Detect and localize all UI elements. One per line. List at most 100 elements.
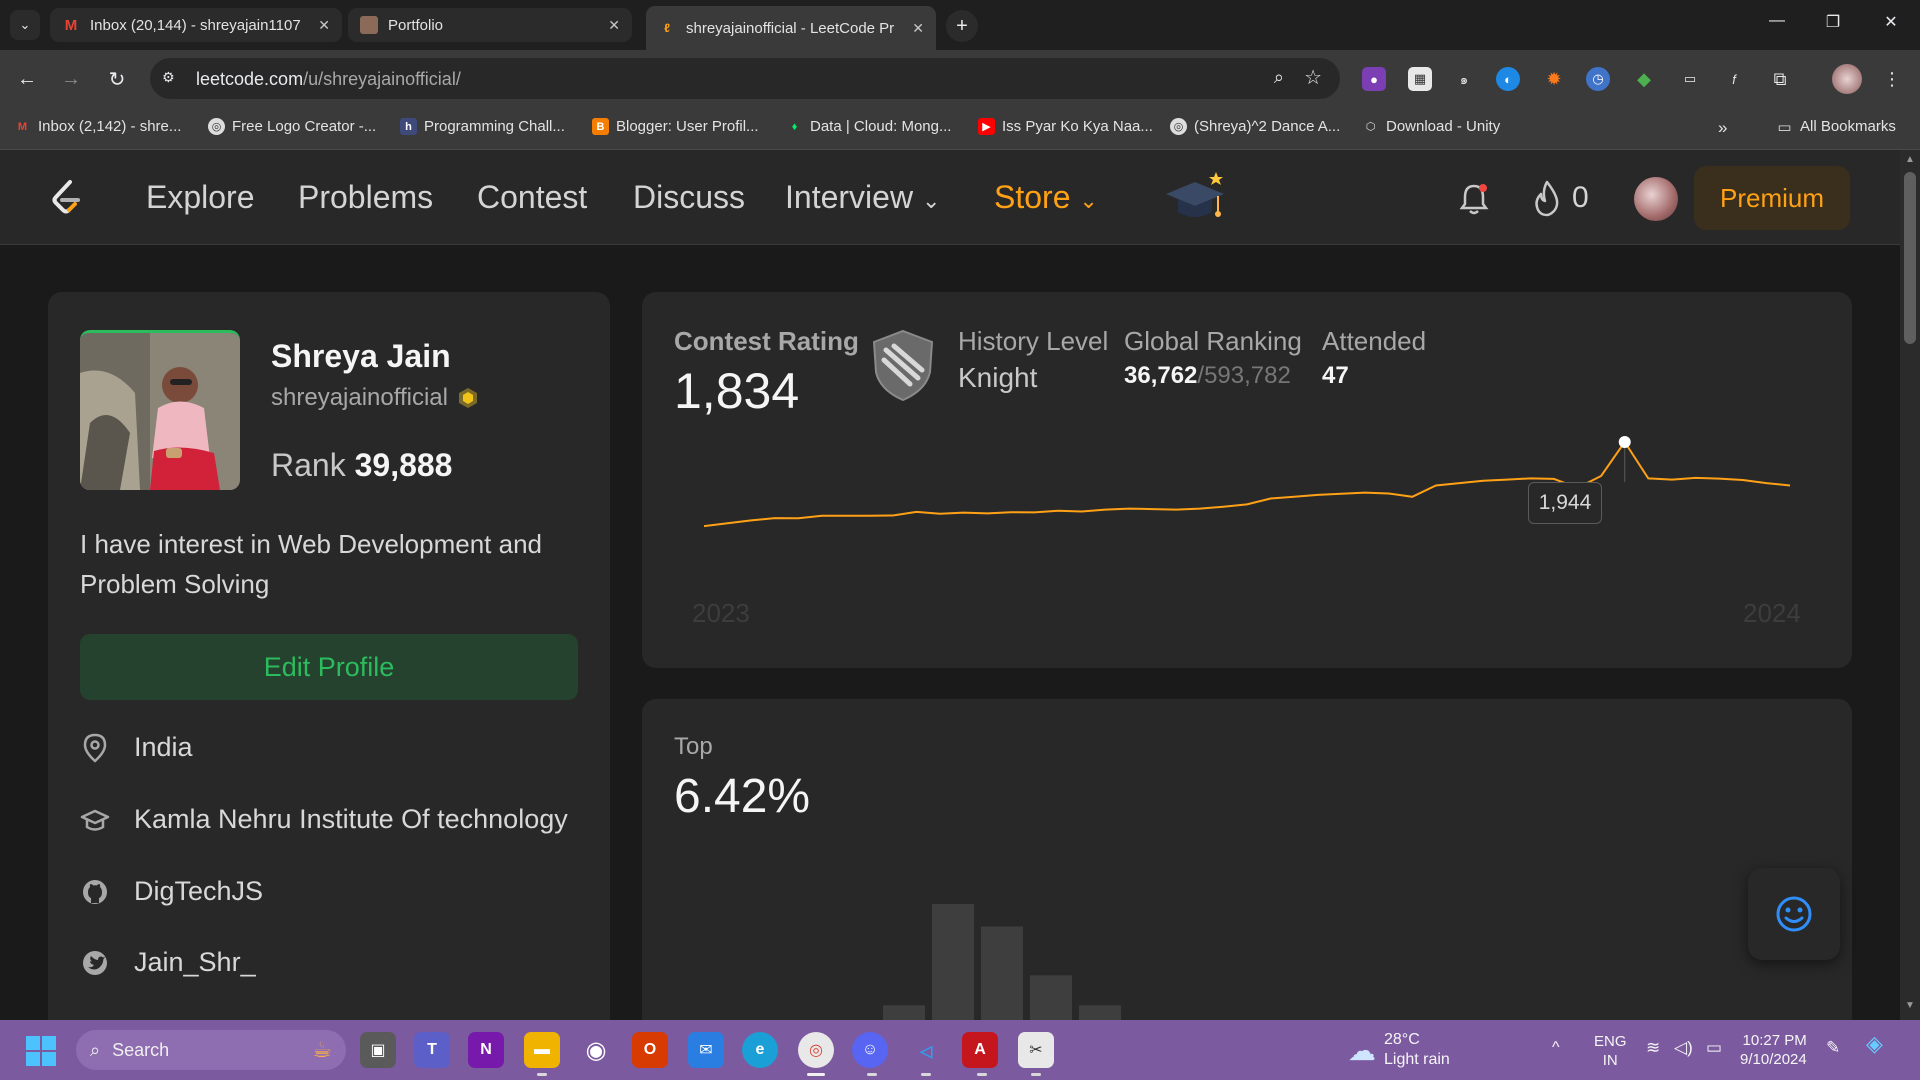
distribution-bar	[932, 904, 974, 1039]
user-avatar[interactable]	[1634, 177, 1678, 221]
file-explorer-icon[interactable]: ▬	[524, 1032, 560, 1068]
more-bookmarks-icon[interactable]: »	[1718, 118, 1727, 138]
mail-icon[interactable]: ✉	[688, 1032, 724, 1068]
office-icon[interactable]: O	[632, 1032, 668, 1068]
highlighted-point[interactable]	[1618, 436, 1631, 448]
github-desktop-icon[interactable]: ◉	[578, 1032, 614, 1068]
vscode-icon[interactable]: ◃	[908, 1032, 944, 1068]
close-tab-icon[interactable]: ✕	[318, 17, 330, 34]
notification-bell-icon[interactable]	[1456, 180, 1492, 216]
rating-history-chart[interactable]	[642, 292, 1852, 668]
running-indicator	[921, 1073, 931, 1076]
close-window-icon[interactable]: ✕	[1876, 12, 1906, 32]
profile-avatar-icon[interactable]	[1832, 64, 1862, 94]
onenote-icon[interactable]: N	[468, 1032, 504, 1068]
edit-profile-button[interactable]: Edit Profile	[80, 634, 578, 700]
bookmark-item[interactable]: ⬡ Download - Unity	[1362, 118, 1501, 135]
extension-paw-icon[interactable]: ✹	[1542, 67, 1566, 91]
bookmark-item[interactable]: ◎ Free Logo Creator -...	[208, 118, 376, 135]
extension-fingerprint-icon[interactable]: ๑	[1452, 67, 1476, 91]
nav-explore[interactable]: Explore	[146, 179, 255, 216]
snipping-tool-icon[interactable]: ✂	[1018, 1032, 1054, 1068]
site-info-icon[interactable]: ⚙	[162, 69, 182, 89]
new-tab-button[interactable]: +	[946, 10, 978, 42]
acrobat-icon[interactable]: A	[962, 1032, 998, 1068]
nav-interview[interactable]: Interview ⌄	[785, 179, 940, 216]
weather-widget[interactable]: ☁ 28°C Light rain	[1348, 1030, 1450, 1070]
extension-cast-icon[interactable]: ▭	[1678, 67, 1702, 91]
running-indicator	[807, 1073, 825, 1076]
profile-photo	[80, 330, 240, 490]
task-view-icon[interactable]: ▣	[360, 1032, 396, 1068]
browser-menu-icon[interactable]: ⋮	[1880, 67, 1904, 91]
scrollbar-thumb[interactable]	[1904, 172, 1916, 344]
premium-button[interactable]: Premium	[1694, 166, 1850, 230]
wifi-icon[interactable]: ≋	[1646, 1038, 1660, 1057]
address-bar[interactable]: ⚙ leetcode.com/u/shreyajainofficial/ ⌕ ☆	[150, 58, 1340, 99]
scroll-down-icon[interactable]: ▼	[1905, 1000, 1915, 1011]
bookmark-item[interactable]: ♦ Data | Cloud: Mong...	[786, 118, 952, 135]
bookmark-item[interactable]: ▶ Iss Pyar Ko Kya Naa...	[978, 118, 1153, 135]
graduation-cap-icon[interactable]	[1162, 168, 1228, 226]
profile-card: Shreya Jain shreyajainofficial Rank 39,8…	[48, 292, 610, 1052]
profile-twitter[interactable]: Jain_Shr_	[80, 947, 256, 978]
leetcode-logo-icon[interactable]	[44, 176, 88, 220]
extension-clock-icon[interactable]: ◷	[1586, 67, 1610, 91]
close-tab-icon[interactable]: ✕	[608, 17, 620, 34]
clock[interactable]: 10:27 PM 9/10/2024	[1740, 1031, 1807, 1069]
bookmark-item[interactable]: M Inbox (2,142) - shre...	[14, 118, 182, 135]
volume-icon[interactable]: ◁)	[1674, 1038, 1693, 1057]
windows-taskbar: ⌕ Search ☕ ▣ T N ▬ ◉ O ✉ e ◎ ☺ ◃ A ✂ ☁ 2…	[0, 1020, 1920, 1080]
reload-icon[interactable]: ↻	[102, 64, 132, 94]
rating-distribution-chart[interactable]	[642, 699, 1852, 1039]
bookmark-item[interactable]: B Blogger: User Profil...	[592, 118, 759, 135]
taskbar-search[interactable]: ⌕ Search ☕	[76, 1030, 346, 1070]
discord-icon[interactable]: ☺	[852, 1032, 888, 1068]
forward-icon[interactable]: →	[56, 64, 86, 94]
scroll-up-icon[interactable]: ▲	[1905, 154, 1915, 165]
chrome-icon[interactable]: ◎	[798, 1032, 834, 1068]
tab-gmail[interactable]: M Inbox (20,144) - shreyajain1107 ✕	[50, 8, 342, 42]
verified-badge-icon[interactable]	[458, 387, 478, 409]
language-indicator[interactable]: ENG IN	[1594, 1032, 1627, 1070]
zoom-icon[interactable]: ⌕	[1274, 67, 1284, 88]
nav-problems[interactable]: Problems	[298, 179, 433, 216]
copilot-icon[interactable]: ◈	[1866, 1033, 1883, 1055]
profile-bio: I have interest in Web Development and P…	[80, 529, 543, 599]
bookmark-star-icon[interactable]: ☆	[1304, 65, 1322, 90]
minimize-icon[interactable]: —	[1762, 12, 1792, 30]
nav-contest[interactable]: Contest	[477, 179, 587, 216]
show-hidden-icons[interactable]: ^	[1552, 1038, 1560, 1057]
nav-discuss[interactable]: Discuss	[633, 179, 745, 216]
extension-brain-icon[interactable]: ●	[1362, 67, 1386, 91]
extension-image-icon[interactable]: ▦	[1408, 67, 1432, 91]
bookmark-item[interactable]: h Programming Chall...	[400, 118, 565, 135]
extension-globe-icon[interactable]: ◐	[1496, 67, 1520, 91]
feedback-button[interactable]	[1748, 868, 1840, 960]
year-start-label: 2023	[692, 598, 750, 628]
profile-github[interactable]: DigTechJS	[80, 876, 263, 907]
tab-leetcode[interactable]: ℓ shreyajainofficial - LeetCode Pr ✕	[646, 6, 936, 50]
page-scrollbar[interactable]: ▲ ▼	[1900, 150, 1920, 1020]
search-highlight-icon: ☕	[312, 1037, 332, 1062]
streak-flame-icon[interactable]	[1530, 179, 1564, 217]
extension-function-icon[interactable]: f	[1722, 67, 1746, 91]
extensions-puzzle-icon[interactable]: ⧉	[1768, 67, 1792, 91]
chevron-down-icon: ⌄	[921, 188, 941, 213]
url-text[interactable]: leetcode.com/u/shreyajainofficial/	[196, 69, 461, 90]
tab-portfolio[interactable]: Portfolio ✕	[348, 8, 632, 42]
edge-icon[interactable]: e	[742, 1032, 778, 1068]
extension-color-icon[interactable]: ◆	[1632, 67, 1656, 91]
restore-icon[interactable]: ❐	[1818, 12, 1848, 32]
bookmark-item[interactable]: ◎ (Shreya)^2 Dance A...	[1170, 118, 1340, 135]
running-indicator	[867, 1073, 877, 1076]
teams-icon[interactable]: T	[414, 1032, 450, 1068]
back-icon[interactable]: ←	[12, 64, 42, 94]
tab-search-dropdown-icon[interactable]: ⌄	[10, 10, 40, 40]
close-tab-icon[interactable]: ✕	[912, 20, 924, 37]
battery-icon[interactable]: ▭	[1706, 1038, 1722, 1057]
nav-store[interactable]: Store ⌄	[994, 179, 1098, 216]
notifications-icon[interactable]: ✎	[1826, 1038, 1840, 1057]
all-bookmarks[interactable]: ▭ All Bookmarks	[1776, 118, 1895, 136]
windows-start-icon[interactable]	[26, 1036, 56, 1066]
